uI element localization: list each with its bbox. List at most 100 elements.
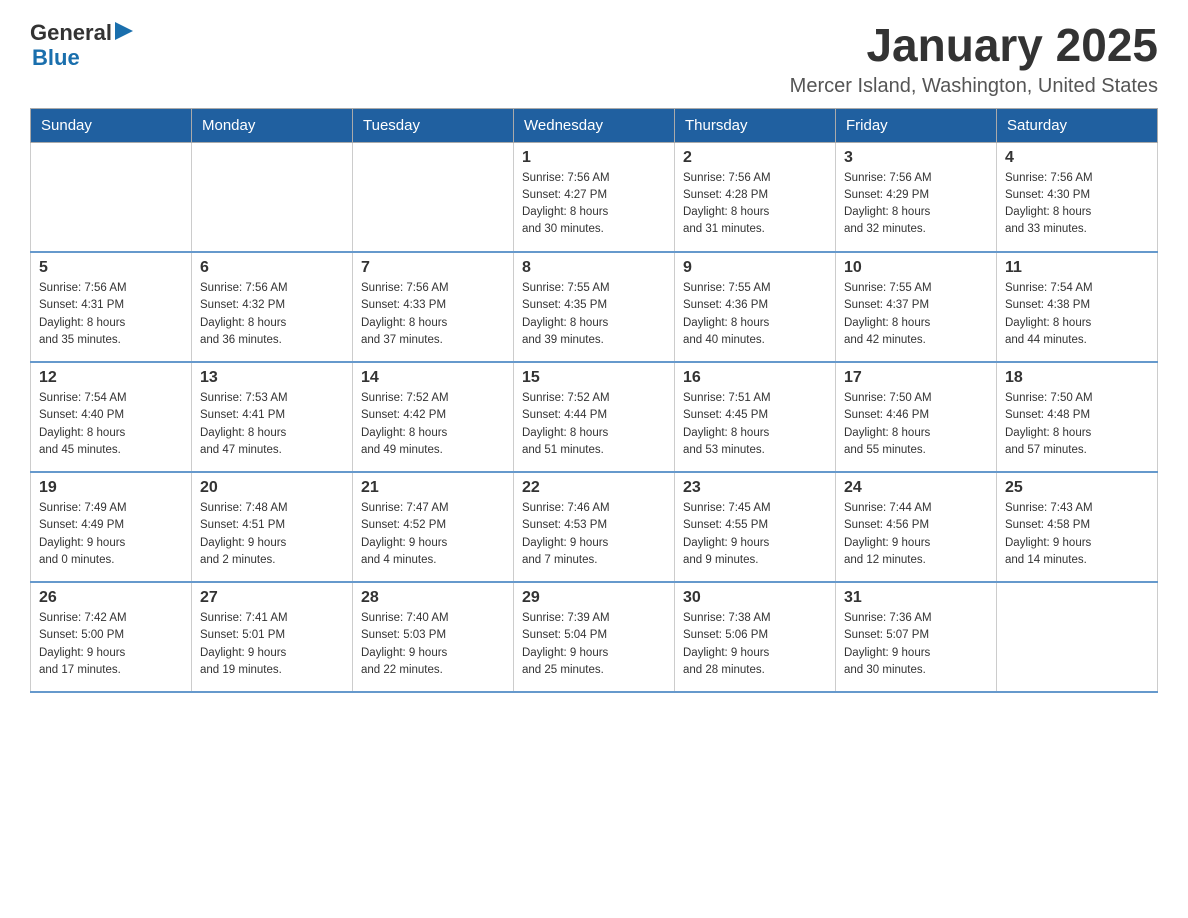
page-header: General Blue January 2025 Mercer Island,… [30,20,1158,98]
day-cell: 26 Sunrise: 7:42 AM Sunset: 5:00 PM Dayli… [31,582,192,692]
day-info: Sunrise: 7:47 AM Sunset: 4:52 PM Dayligh… [361,500,505,569]
calendar-table: SundayMondayTuesdayWednesdayThursdayFrid… [30,108,1158,694]
day-info: Sunrise: 7:40 AM Sunset: 5:03 PM Dayligh… [361,610,505,679]
day-info: Sunrise: 7:42 AM Sunset: 5:00 PM Dayligh… [39,610,183,679]
day-info: Sunrise: 7:43 AM Sunset: 4:58 PM Dayligh… [1005,500,1149,569]
day-number: 25 [1005,479,1149,497]
day-number: 21 [361,479,505,497]
day-info: Sunrise: 7:56 AM Sunset: 4:31 PM Dayligh… [39,280,183,349]
week-row-2: 5Sunrise: 7:56 AM Sunset: 4:31 PM Daylig… [31,252,1158,362]
day-info: Sunrise: 7:55 AM Sunset: 4:37 PM Dayligh… [844,280,988,349]
header-friday: Friday [836,108,997,142]
day-info: Sunrise: 7:56 AM Sunset: 4:28 PM Dayligh… [683,170,827,239]
day-info: Sunrise: 7:56 AM Sunset: 4:33 PM Dayligh… [361,280,505,349]
day-info: Sunrise: 7:51 AM Sunset: 4:45 PM Dayligh… [683,390,827,459]
day-number: 29 [522,589,666,607]
day-cell [192,142,353,252]
day-cell: 27 Sunrise: 7:41 AM Sunset: 5:01 PM Dayli… [192,582,353,692]
day-info: Sunrise: 7:52 AM Sunset: 4:42 PM Dayligh… [361,390,505,459]
day-info: Sunrise: 7:54 AM Sunset: 4:38 PM Dayligh… [1005,280,1149,349]
day-info: Sunrise: 7:56 AM Sunset: 4:29 PM Dayligh… [844,170,988,239]
day-cell: 10 Sunrise: 7:55 AM Sunset: 4:37 PM Dayli… [836,252,997,362]
day-info: Sunrise: 7:41 AM Sunset: 5:01 PM Dayligh… [200,610,344,679]
day-info: Sunrise: 7:55 AM Sunset: 4:35 PM Dayligh… [522,280,666,349]
day-number: 23 [683,479,827,497]
day-cell: 14 Sunrise: 7:52 AM Sunset: 4:42 PM Dayli… [353,362,514,472]
location: Mercer Island, Washington, United States [790,75,1158,98]
day-number: 16 [683,369,827,387]
logo-general: General [30,20,112,45]
day-number: 24 [844,479,988,497]
day-number: 22 [522,479,666,497]
day-info: Sunrise: 7:46 AM Sunset: 4:53 PM Dayligh… [522,500,666,569]
day-number: 13 [200,369,344,387]
day-cell: 18Sunrise: 7:50 AM Sunset: 4:48 PM Dayli… [997,362,1158,472]
days-header-row: SundayMondayTuesdayWednesdayThursdayFrid… [31,108,1158,142]
week-row-4: 19 Sunrise: 7:49 AM Sunset: 4:49 PM Dayli… [31,472,1158,582]
day-cell: 30 Sunrise: 7:38 AM Sunset: 5:06 PM Dayli… [675,582,836,692]
day-cell [997,582,1158,692]
month-title: January 2025 [790,20,1158,71]
day-cell: 6 Sunrise: 7:56 AM Sunset: 4:32 PM Daylig… [192,252,353,362]
day-cell: 28 Sunrise: 7:40 AM Sunset: 5:03 PM Dayli… [353,582,514,692]
week-row-1: 1Sunrise: 7:56 AM Sunset: 4:27 PM Daylig… [31,142,1158,252]
day-cell: 1Sunrise: 7:56 AM Sunset: 4:27 PM Daylig… [514,142,675,252]
day-number: 28 [361,589,505,607]
day-cell: 23 Sunrise: 7:45 AM Sunset: 4:55 PM Dayli… [675,472,836,582]
day-cell: 31 Sunrise: 7:36 AM Sunset: 5:07 PM Dayli… [836,582,997,692]
day-info: Sunrise: 7:44 AM Sunset: 4:56 PM Dayligh… [844,500,988,569]
day-info: Sunrise: 7:45 AM Sunset: 4:55 PM Dayligh… [683,500,827,569]
header-thursday: Thursday [675,108,836,142]
logo-arrow-icon [115,22,133,40]
day-info: Sunrise: 7:36 AM Sunset: 5:07 PM Dayligh… [844,610,988,679]
day-info: Sunrise: 7:39 AM Sunset: 5:04 PM Dayligh… [522,610,666,679]
day-info: Sunrise: 7:50 AM Sunset: 4:46 PM Dayligh… [844,390,988,459]
day-cell: 19 Sunrise: 7:49 AM Sunset: 4:49 PM Dayli… [31,472,192,582]
header-wednesday: Wednesday [514,108,675,142]
header-saturday: Saturday [997,108,1158,142]
day-info: Sunrise: 7:38 AM Sunset: 5:06 PM Dayligh… [683,610,827,679]
day-number: 30 [683,589,827,607]
day-cell: 5Sunrise: 7:56 AM Sunset: 4:31 PM Daylig… [31,252,192,362]
day-info: Sunrise: 7:55 AM Sunset: 4:36 PM Dayligh… [683,280,827,349]
day-info: Sunrise: 7:54 AM Sunset: 4:40 PM Dayligh… [39,390,183,459]
logo-blue: Blue [32,45,80,70]
day-cell: 21 Sunrise: 7:47 AM Sunset: 4:52 PM Dayli… [353,472,514,582]
day-cell: 13Sunrise: 7:53 AM Sunset: 4:41 PM Dayli… [192,362,353,472]
day-number: 27 [200,589,344,607]
day-info: Sunrise: 7:56 AM Sunset: 4:30 PM Dayligh… [1005,170,1149,239]
day-info: Sunrise: 7:49 AM Sunset: 4:49 PM Dayligh… [39,500,183,569]
day-info: Sunrise: 7:56 AM Sunset: 4:32 PM Dayligh… [200,280,344,349]
day-info: Sunrise: 7:48 AM Sunset: 4:51 PM Dayligh… [200,500,344,569]
day-cell: 17Sunrise: 7:50 AM Sunset: 4:46 PM Dayli… [836,362,997,472]
day-number: 6 [200,259,344,277]
day-number: 10 [844,259,988,277]
day-number: 15 [522,369,666,387]
day-number: 19 [39,479,183,497]
day-number: 2 [683,149,827,167]
day-cell: 3Sunrise: 7:56 AM Sunset: 4:29 PM Daylig… [836,142,997,252]
week-row-3: 12 Sunrise: 7:54 AM Sunset: 4:40 PM Dayli… [31,362,1158,472]
day-cell: 25 Sunrise: 7:43 AM Sunset: 4:58 PM Dayli… [997,472,1158,582]
day-number: 9 [683,259,827,277]
day-cell: 22 Sunrise: 7:46 AM Sunset: 4:53 PM Dayli… [514,472,675,582]
day-cell [31,142,192,252]
day-number: 12 [39,369,183,387]
day-number: 4 [1005,149,1149,167]
day-cell: 12 Sunrise: 7:54 AM Sunset: 4:40 PM Dayli… [31,362,192,472]
day-number: 8 [522,259,666,277]
header-tuesday: Tuesday [353,108,514,142]
day-number: 1 [522,149,666,167]
day-number: 7 [361,259,505,277]
day-cell: 24 Sunrise: 7:44 AM Sunset: 4:56 PM Dayli… [836,472,997,582]
day-cell: 20Sunrise: 7:48 AM Sunset: 4:51 PM Dayli… [192,472,353,582]
logo: General Blue [30,20,133,71]
day-number: 31 [844,589,988,607]
day-number: 26 [39,589,183,607]
day-cell: 7 Sunrise: 7:56 AM Sunset: 4:33 PM Daylig… [353,252,514,362]
day-number: 11 [1005,259,1149,277]
week-row-5: 26 Sunrise: 7:42 AM Sunset: 5:00 PM Dayli… [31,582,1158,692]
day-cell: 4 Sunrise: 7:56 AM Sunset: 4:30 PM Daylig… [997,142,1158,252]
day-number: 14 [361,369,505,387]
day-number: 18 [1005,369,1149,387]
